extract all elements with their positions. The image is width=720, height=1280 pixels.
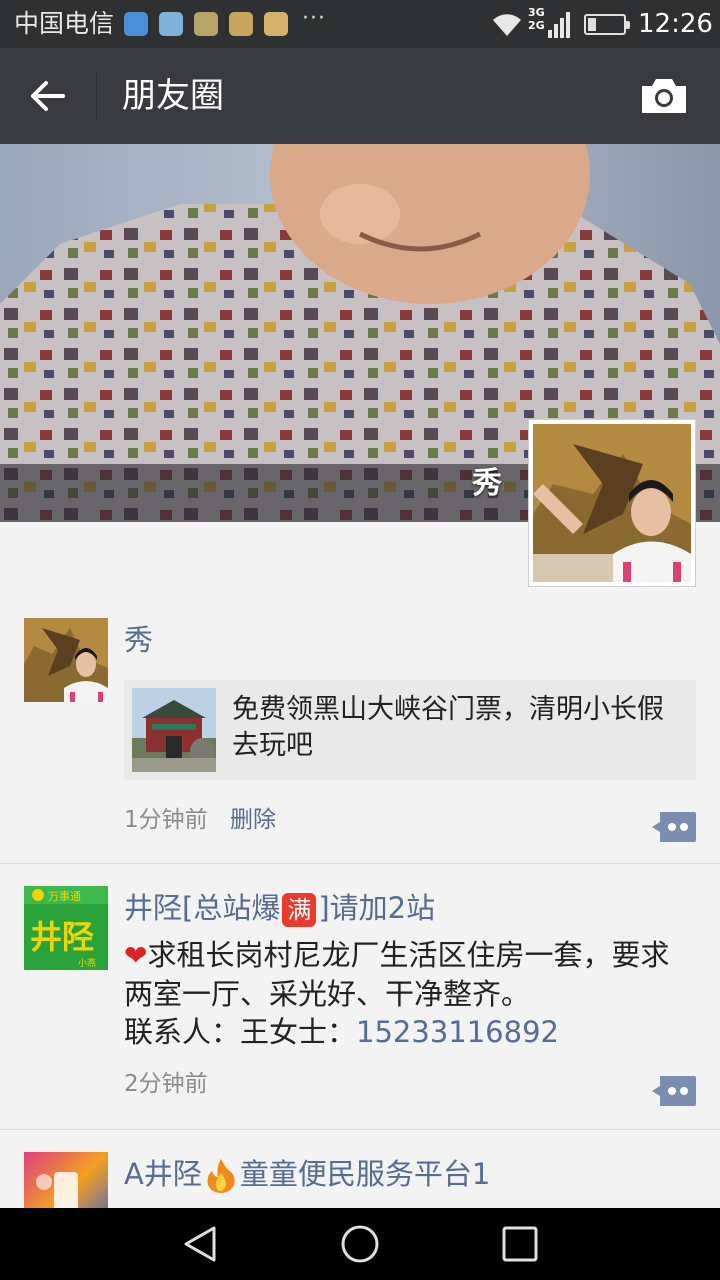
back-button[interactable] xyxy=(20,72,76,120)
post-nickname[interactable]: 井陉[总站爆满]请加2站 xyxy=(124,888,435,928)
camera-button[interactable] xyxy=(638,76,690,116)
navigation-bar xyxy=(0,1208,720,1280)
phone-link[interactable]: 15233116892 xyxy=(356,1015,559,1049)
camera-icon xyxy=(642,79,686,113)
wifi-icon xyxy=(493,14,521,36)
title-divider xyxy=(96,72,97,120)
moments-screen: 中国电信 ··· 3G 2G 12:26 朋友圈 秀 秀 免费领黑山大峡谷门票，… xyxy=(0,0,720,1280)
moment-post: 万事通 井陉 小燕 井陉[总站爆满]请加2站 ❤求租长岗村尼龙厂生活区住房一套，… xyxy=(0,864,720,1130)
comment-icon xyxy=(652,1076,696,1106)
svg-text:井陉: 井陉 xyxy=(30,918,94,956)
svg-text:万事通: 万事通 xyxy=(48,890,81,903)
status-bar: 中国电信 ··· 3G 2G 12:26 xyxy=(0,0,720,48)
comment-button[interactable] xyxy=(652,812,696,842)
app-icon-1 xyxy=(194,12,218,36)
network-type: 3G 2G xyxy=(528,6,545,32)
avatar-image xyxy=(24,618,108,702)
link-thumbnail xyxy=(132,688,216,772)
post-content: ❤求租长岗村尼龙厂生活区住房一套，要求两室一厅、采光好、干净整齐。 联系人：王女… xyxy=(124,938,670,1049)
post-time: 2分钟前 xyxy=(124,1071,208,1097)
arrow-left-icon xyxy=(31,81,65,111)
comment-button[interactable] xyxy=(652,1076,696,1106)
triangle-back-icon xyxy=(184,1226,216,1262)
post-nickname[interactable]: A井陉 童童便民服务平台1 xyxy=(124,1154,490,1194)
profile-avatar-image xyxy=(533,424,691,582)
clock: 12:26 xyxy=(638,9,713,39)
sogou-icon xyxy=(124,12,148,36)
heart-icon: ❤ xyxy=(124,939,148,972)
nav-home-button[interactable] xyxy=(340,1224,380,1264)
carrier-label: 中国电信 xyxy=(14,9,115,38)
circle-home-icon xyxy=(341,1225,379,1263)
moments-feed: 秀 免费领黑山大峡谷门票，清明小长假去玩吧 1分钟前 删除 万事通 井陉 小燕 … xyxy=(0,600,720,1250)
avatar-image: 万事通 井陉 小燕 xyxy=(24,886,108,970)
moment-post: 秀 免费领黑山大峡谷门票，清明小长假去玩吧 1分钟前 删除 xyxy=(0,600,720,864)
title-bar: 朋友圈 xyxy=(0,48,720,144)
post-nickname[interactable]: 秀 xyxy=(124,620,153,660)
post-avatar[interactable] xyxy=(24,618,108,702)
fire-icon xyxy=(207,1159,235,1193)
svg-text:小燕: 小燕 xyxy=(78,957,96,969)
notification-icons xyxy=(124,12,288,36)
signal-icon xyxy=(548,12,570,38)
man-badge-icon: 满 xyxy=(282,893,317,927)
nav-recents-button[interactable] xyxy=(500,1224,540,1264)
shared-link-card[interactable]: 免费领黑山大峡谷门票，清明小长假去玩吧 xyxy=(124,680,696,780)
delete-button[interactable]: 删除 xyxy=(230,804,276,836)
post-time: 1分钟前 xyxy=(124,807,208,833)
browser-icon xyxy=(159,12,183,36)
app-icon-2 xyxy=(229,12,253,36)
battery-icon xyxy=(584,14,630,35)
profile-avatar[interactable] xyxy=(528,419,696,587)
comment-icon xyxy=(652,812,696,842)
cover-owner-name: 秀 xyxy=(472,466,502,501)
more-notifications-icon: ··· xyxy=(302,6,326,31)
post-avatar[interactable]: 万事通 井陉 小燕 xyxy=(24,886,108,970)
nav-back-button[interactable] xyxy=(180,1224,220,1264)
link-title: 免费领黑山大峡谷门票，清明小长假去玩吧 xyxy=(232,694,664,761)
square-recents-icon xyxy=(502,1226,538,1262)
page-title: 朋友圈 xyxy=(122,76,224,116)
chat-icon xyxy=(264,12,288,36)
